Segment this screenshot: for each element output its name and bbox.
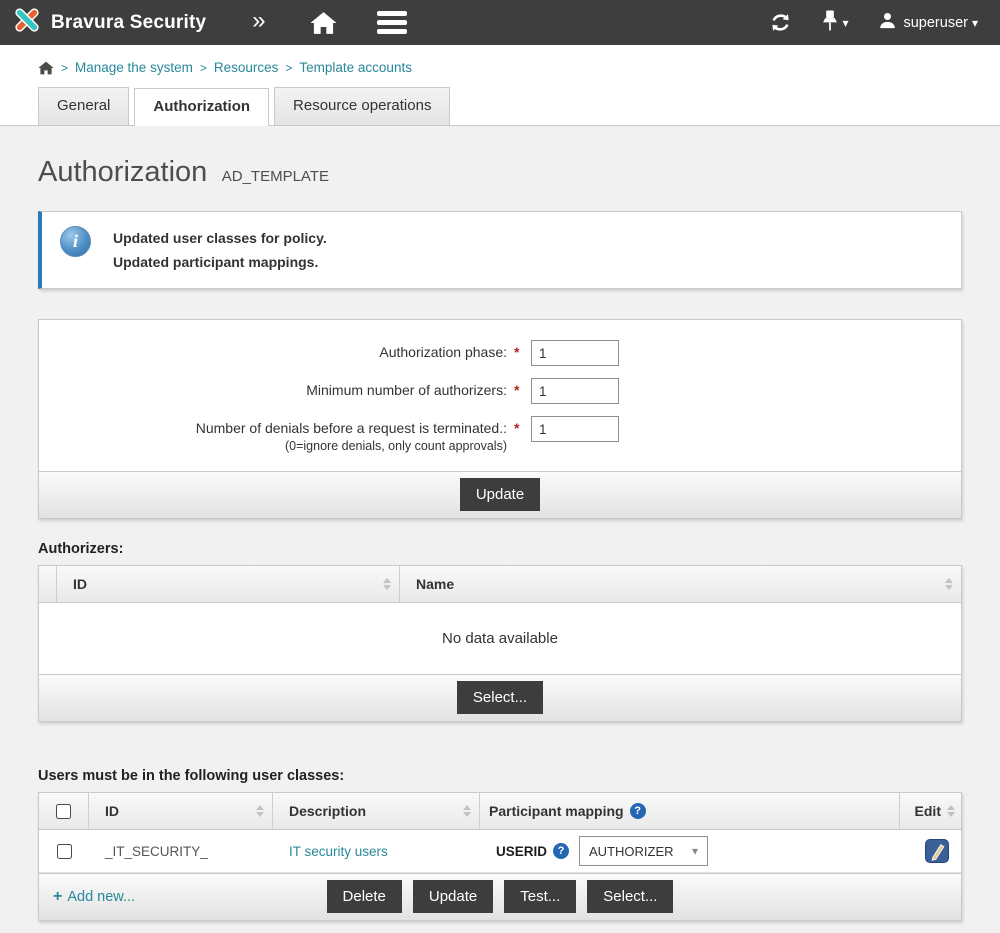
user-icon — [878, 11, 897, 35]
authorizers-column-name[interactable]: Name — [400, 566, 961, 602]
info-message: Updated user classes for policy. — [113, 226, 327, 250]
minimum-authorizers-label: Minimum number of authorizers: — [39, 378, 507, 398]
user-classes-column-participant-mapping[interactable]: Participant mapping ? — [480, 793, 900, 829]
denials-terminate-input[interactable] — [531, 416, 619, 442]
required-asterisk: * — [514, 420, 524, 436]
select-all-cell — [39, 793, 89, 829]
authorizers-table: ID Name No data available Select... — [38, 565, 962, 722]
breadcrumb-link-manage-the-system[interactable]: Manage the system — [75, 60, 193, 75]
menu-icon[interactable] — [377, 7, 407, 39]
page-subtitle-text: AD_TEMPLATE — [222, 168, 329, 185]
breadcrumb-separator: > — [61, 61, 68, 75]
authorization-phase-input[interactable] — [531, 340, 619, 366]
username-label: superuser — [903, 15, 967, 31]
breadcrumb-link-resources[interactable]: Resources — [214, 60, 279, 75]
brand[interactable]: Bravura Security — [12, 5, 206, 40]
brand-logo-icon — [12, 5, 42, 40]
select-caret-icon: ▾ — [692, 844, 698, 858]
help-icon[interactable]: ? — [630, 803, 646, 819]
participant-mapping-select[interactable]: AUTHORIZER ▾ — [579, 836, 708, 866]
info-message-box: i Updated user classes for policy. Updat… — [38, 211, 962, 289]
caret-down-icon: ▾ — [842, 17, 848, 29]
brand-title: Bravura Security — [51, 12, 206, 34]
pin-menu[interactable]: ▾ — [822, 9, 848, 37]
info-message: Updated participant mappings. — [113, 250, 327, 274]
sort-icon — [453, 805, 471, 817]
update-settings-button[interactable]: Update — [460, 478, 540, 511]
tab-resource-operations[interactable]: Resource operations — [274, 87, 450, 125]
breadcrumb-separator: > — [285, 61, 292, 75]
form-row: Number of denials before a request is te… — [39, 410, 961, 459]
form-row: Authorization phase: * — [39, 334, 961, 372]
minimum-authorizers-input[interactable] — [531, 378, 619, 404]
tab-authorization[interactable]: Authorization — [134, 88, 269, 126]
denials-terminate-note: (0=ignore denials, only count approvals) — [39, 439, 507, 453]
sort-icon — [935, 578, 953, 590]
required-asterisk: * — [514, 344, 524, 360]
sort-icon — [941, 805, 955, 817]
info-icon: i — [60, 226, 91, 257]
select-authorizers-button[interactable]: Select... — [457, 681, 543, 714]
plus-icon: + — [53, 888, 62, 906]
authorization-settings-panel: Authorization phase: * Minimum number of… — [38, 319, 962, 519]
user-classes-column-description[interactable]: Description — [273, 793, 480, 829]
mapping-attribute-label: USERID — [496, 844, 547, 859]
top-navbar: Bravura Security » — [0, 0, 1000, 45]
breadcrumb-home-icon[interactable] — [38, 61, 54, 75]
tab-bar: General Authorization Resource operation… — [0, 87, 1000, 126]
user-classes-column-id[interactable]: ID — [89, 793, 273, 829]
form-row: Minimum number of authorizers: * — [39, 372, 961, 410]
add-new-link[interactable]: + Add new... — [53, 888, 135, 906]
page-title-text: Authorization — [38, 156, 207, 188]
sort-icon — [246, 805, 264, 817]
tab-general[interactable]: General — [38, 87, 129, 125]
authorizers-column-id[interactable]: ID — [57, 566, 400, 602]
refresh-icon[interactable] — [769, 11, 792, 34]
user-classes-section-label: Users must be in the following user clas… — [38, 768, 1000, 784]
row-description-link[interactable]: IT security users — [289, 844, 388, 859]
caret-down-icon: ▾ — [972, 17, 978, 29]
denials-terminate-label: Number of denials before a request is te… — [39, 420, 507, 436]
edit-row-icon[interactable] — [925, 839, 949, 863]
breadcrumb: > Manage the system > Resources > Templa… — [0, 45, 1000, 87]
select-all-checkbox[interactable] — [56, 804, 71, 819]
row-id-cell: _IT_SECURITY_ — [89, 844, 273, 859]
page-title: Authorization AD_TEMPLATE — [0, 126, 1000, 211]
authorization-phase-label: Authorization phase: — [39, 340, 507, 360]
authorizers-section-label: Authorizers: — [38, 541, 1000, 557]
row-checkbox[interactable] — [57, 844, 72, 859]
pin-icon — [822, 9, 838, 37]
expand-menu-icon[interactable]: » — [252, 9, 265, 37]
user-classes-table: ID Description Participant mapping ? Edi… — [38, 792, 962, 921]
breadcrumb-link-template-accounts[interactable]: Template accounts — [299, 60, 412, 75]
breadcrumb-separator: > — [200, 61, 207, 75]
authorizers-leading-column — [39, 566, 57, 602]
authorizers-empty-row: No data available — [39, 603, 961, 674]
sort-icon — [373, 578, 391, 590]
user-menu[interactable]: superuser ▾ — [878, 11, 978, 35]
required-asterisk: * — [514, 382, 524, 398]
table-row: _IT_SECURITY_ IT security users USERID ?… — [39, 830, 961, 873]
home-icon[interactable] — [310, 11, 337, 35]
help-icon[interactable]: ? — [553, 843, 569, 859]
user-classes-column-edit[interactable]: Edit — [900, 793, 961, 829]
